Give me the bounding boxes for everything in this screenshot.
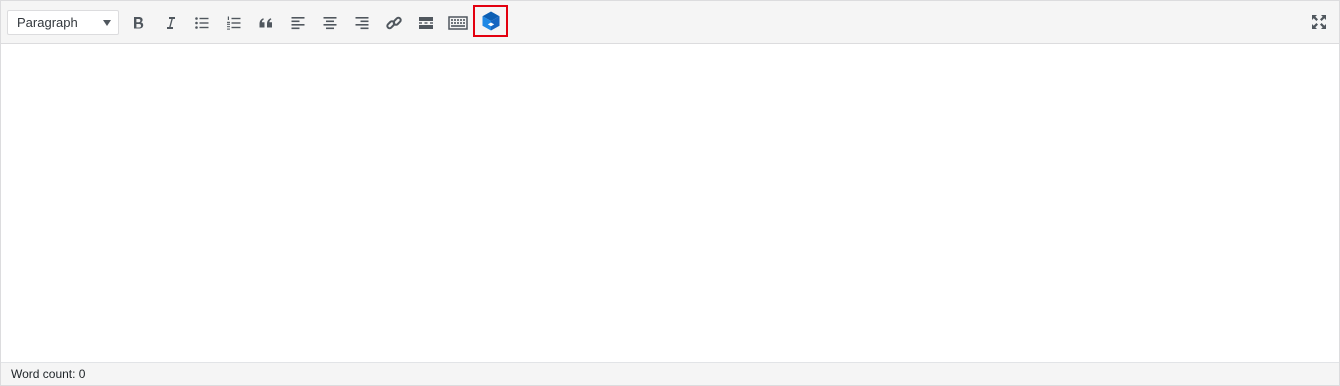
dropdown-arrow-icon: [103, 20, 111, 26]
editor-toolbar: Paragraph: [1, 0, 1339, 44]
numbered-list-icon: [226, 15, 242, 31]
align-right-icon: [354, 15, 370, 31]
plugin-cube-button[interactable]: [473, 5, 508, 37]
fullscreen-icon: [1310, 13, 1328, 31]
align-left-icon: [290, 15, 306, 31]
toolbar-top-border: [1, 0, 1237, 1]
format-select-value: Paragraph: [17, 15, 78, 30]
word-count: Word count: 0: [11, 367, 86, 381]
read-more-button[interactable]: [413, 10, 439, 36]
numbered-list-button[interactable]: [221, 10, 247, 36]
keyboard-icon: [448, 15, 468, 31]
italic-icon: [163, 15, 177, 31]
format-select[interactable]: Paragraph: [7, 10, 119, 35]
insert-link-button[interactable]: [381, 10, 407, 36]
fullscreen-button[interactable]: [1306, 9, 1332, 35]
classic-editor: Paragraph Word count: 0: [0, 0, 1340, 386]
read-more-icon: [418, 15, 434, 31]
bulleted-list-icon: [194, 15, 210, 31]
bold-icon: [131, 15, 145, 31]
align-left-button[interactable]: [285, 10, 311, 36]
align-center-icon: [322, 15, 338, 31]
link-icon: [385, 14, 403, 32]
blockquote-button[interactable]: [253, 10, 279, 36]
align-center-button[interactable]: [317, 10, 343, 36]
editor-content-area[interactable]: [1, 44, 1339, 362]
bulleted-list-button[interactable]: [189, 10, 215, 36]
blue-cube-icon: [480, 10, 502, 32]
status-bar: Word count: 0: [1, 362, 1339, 385]
bold-button[interactable]: [125, 10, 151, 36]
align-right-button[interactable]: [349, 10, 375, 36]
blockquote-icon: [258, 15, 274, 31]
italic-button[interactable]: [157, 10, 183, 36]
toolbar-toggle-button[interactable]: [445, 10, 471, 36]
